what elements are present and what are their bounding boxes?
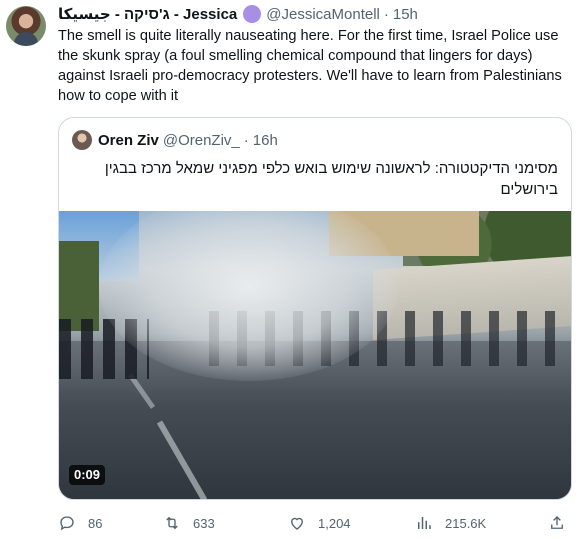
retweet-count: 633 (193, 515, 215, 531)
video-player[interactable]: 0:09 (59, 211, 571, 499)
video-duration-badge: 0:09 (69, 465, 106, 485)
share-button[interactable] (548, 512, 578, 534)
quoted-separator-dot: · (243, 131, 249, 149)
like-button[interactable]: 1,204 (288, 512, 351, 534)
quoted-tweet[interactable]: Oren Ziv @OrenZiv_ · 16h מסימני הדיקטטור… (58, 117, 572, 500)
views-button[interactable]: 215.6K (415, 512, 486, 534)
quoted-tweet-text: מסימני הדיקטטורה: לראשונה שימוש בואש כלפ… (104, 160, 558, 198)
reply-button[interactable]: 86 (58, 512, 102, 534)
quoted-tweet-header: Oren Ziv @OrenZiv_ · 16h (72, 130, 278, 150)
reply-icon (60, 516, 74, 531)
retweet-icon (166, 516, 178, 530)
author-display-name[interactable]: ג'סיקה - جيسيكا - Jessica (58, 5, 237, 23)
views-icon (418, 517, 431, 529)
tweet-actions-bar: 86 633 1,204 215.6K (58, 512, 572, 534)
views-count: 215.6K (445, 515, 487, 531)
separator-dot: · (383, 5, 389, 23)
quoted-tweet-timestamp: 16h (252, 131, 278, 149)
tweet-header: ג'סיקה - جيسيكا - Jessica @JessicaMontel… (58, 4, 418, 24)
tweet-text: The smell is quite literally nauseating … (58, 28, 562, 104)
reply-count: 86 (88, 515, 103, 531)
quoted-author-display-name: Oren Ziv (98, 131, 159, 149)
tweet-timestamp[interactable]: 15h (393, 6, 418, 23)
heart-icon (291, 517, 303, 530)
video-frame-trees-left (59, 241, 99, 331)
share-icon (551, 516, 563, 529)
verified-badge-icon (243, 5, 262, 23)
author-avatar[interactable] (6, 6, 46, 46)
retweet-button[interactable]: 633 (163, 512, 215, 534)
quoted-author-avatar (72, 130, 92, 150)
quoted-author-handle: @OrenZiv_ (162, 131, 240, 149)
like-count: 1,204 (318, 515, 351, 531)
author-handle[interactable]: @JessicaMontell (266, 6, 380, 23)
